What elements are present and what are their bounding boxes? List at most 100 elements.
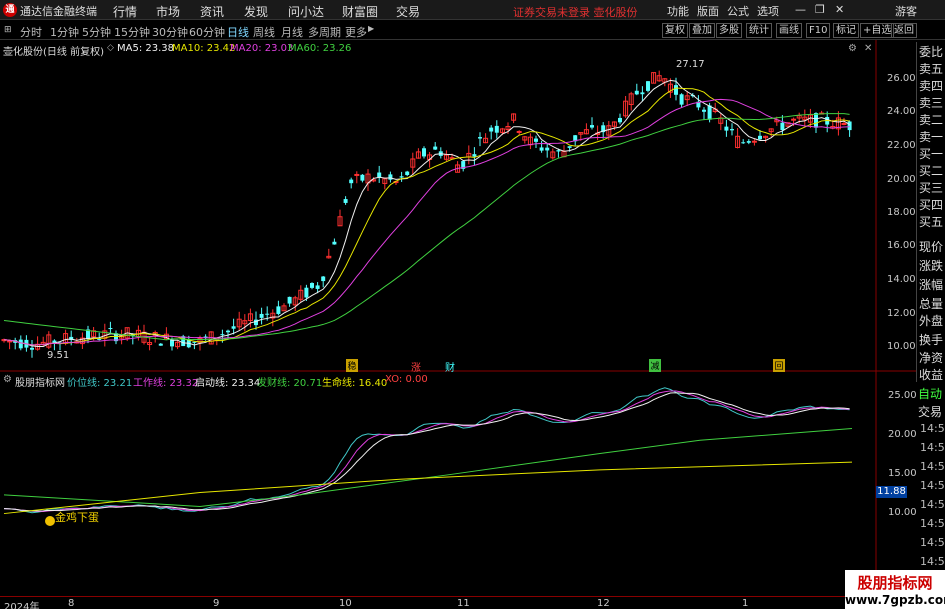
y-tick: 24.00	[887, 106, 916, 117]
period-day[interactable]: 日线	[227, 24, 249, 40]
quote-item[interactable]: 卖五	[919, 60, 943, 77]
quote-item[interactable]: 买一	[919, 145, 943, 162]
period-week[interactable]: 周线	[253, 24, 275, 40]
quote-item[interactable]: 现价	[919, 238, 943, 255]
back-button[interactable]: 返回	[891, 23, 917, 38]
candle-body	[618, 117, 622, 123]
candle-body	[276, 306, 281, 314]
f10-button[interactable]: F10	[806, 23, 831, 38]
high-label: 27.17	[676, 59, 705, 70]
candle-body	[741, 142, 746, 144]
menu-wenxiaoda[interactable]: 问小达	[288, 3, 324, 20]
watermark-url: www.7gpzb.com	[845, 593, 945, 607]
auto-label[interactable]: 自动	[918, 385, 942, 402]
candle-body	[545, 147, 550, 151]
candle-body	[847, 121, 852, 131]
candle-body	[399, 176, 404, 178]
quote-item[interactable]: 卖四	[919, 77, 943, 94]
chevron-right-icon[interactable]: ▶	[368, 24, 374, 33]
y-tick: 26.00	[887, 73, 916, 84]
candle-body	[746, 141, 751, 143]
candle-body	[751, 140, 757, 143]
quote-item[interactable]: 总量	[919, 295, 943, 312]
maximize-icon[interactable]: ❐	[815, 3, 825, 16]
time-item: 14:55	[920, 460, 945, 473]
quote-item[interactable]: 买四	[919, 196, 943, 213]
time-item: 14:56	[920, 555, 945, 568]
period-fenshi[interactable]: 分时	[20, 24, 42, 40]
menu-zixun[interactable]: 资讯	[200, 3, 224, 20]
diejia-button[interactable]: 叠加	[689, 23, 715, 38]
guest-label[interactable]: 游客	[895, 3, 917, 19]
quote-item[interactable]: 买五	[919, 213, 943, 230]
period-30min[interactable]: 30分钟	[152, 24, 188, 40]
menu-faxian[interactable]: 发现	[244, 3, 268, 20]
watermark-title: 股朋指标网	[857, 574, 933, 592]
menu-banmian[interactable]: 版面	[697, 3, 719, 19]
indicator-name[interactable]: 股朋指标网	[15, 374, 65, 389]
minimize-icon[interactable]: —	[795, 3, 806, 16]
add-favorite-button[interactable]: +自选	[860, 23, 895, 38]
time-item: 14:55	[920, 498, 945, 511]
login-status[interactable]: 证券交易未登录 壶化股份	[513, 4, 638, 20]
period-multi[interactable]: 多周期	[308, 24, 341, 40]
kline-chart[interactable]	[0, 40, 945, 596]
period-60min[interactable]: 60分钟	[189, 24, 225, 40]
candle-body	[640, 92, 645, 95]
menu-shichang[interactable]: 市场	[156, 3, 180, 20]
time-item: 14:56	[920, 517, 945, 530]
ind-y-tick: 25.00	[888, 390, 917, 401]
quote-item[interactable]: 卖三	[919, 94, 943, 111]
close-icon[interactable]: ✕	[835, 3, 844, 16]
duogu-button[interactable]: 多股	[716, 23, 742, 38]
time-item: 14:55	[920, 422, 945, 435]
period-15min[interactable]: 15分钟	[114, 24, 150, 40]
quote-item[interactable]: 买三	[919, 179, 943, 196]
huaxian-button[interactable]: 画线	[776, 23, 802, 38]
fuquan-button[interactable]: 复权	[662, 23, 688, 38]
time-item: 14:55	[920, 479, 945, 492]
candle-body	[758, 135, 762, 140]
mark-zhang: 涨	[411, 363, 421, 374]
candle-body	[707, 105, 712, 120]
candle-body	[674, 85, 678, 95]
quote-item[interactable]: 涨跌	[919, 257, 943, 274]
candle-body	[433, 146, 438, 150]
ind-y-tick: 20.00	[888, 429, 917, 440]
quote-item[interactable]: 买二	[919, 162, 943, 179]
quote-item[interactable]: 卖二	[919, 111, 943, 128]
pin-icon[interactable]: ⊞	[4, 25, 12, 35]
period-month[interactable]: 月线	[281, 24, 303, 40]
menu-jiaoyi[interactable]: 交易	[396, 3, 420, 20]
tongji-button[interactable]: 统计	[746, 23, 772, 38]
quote-item[interactable]: 外盘	[919, 312, 943, 329]
date-label: 12	[597, 598, 610, 609]
period-1min[interactable]: 1分钟	[50, 24, 79, 40]
quote-item[interactable]: 委比	[919, 43, 943, 60]
qidong-label: 启动线: 23.34	[195, 378, 261, 389]
date-label: 1	[742, 598, 749, 609]
ma60-line	[3, 113, 850, 341]
menu-caifuquan[interactable]: 财富圈	[342, 3, 378, 20]
candle-body	[556, 150, 561, 152]
menu-gongshi[interactable]: 公式	[727, 3, 749, 19]
period-5min[interactable]: 5分钟	[82, 24, 111, 40]
menu-xuanxiang[interactable]: 选项	[757, 3, 779, 19]
menu-gongneng[interactable]: 功能	[667, 3, 689, 19]
quote-item[interactable]: 卖一	[919, 128, 943, 145]
quote-item[interactable]: 涨幅	[919, 276, 943, 293]
candle-body	[349, 179, 354, 184]
quote-item[interactable]: 净资	[919, 349, 943, 366]
menu-hangqing[interactable]: 行情	[113, 3, 137, 20]
candle-body	[354, 173, 360, 176]
quote-item[interactable]: 收益	[919, 366, 943, 383]
settings-icon[interactable]: ⚙	[3, 374, 12, 385]
trade-label[interactable]: 交易	[918, 403, 942, 420]
biaoji-button[interactable]: 标记	[833, 23, 859, 38]
candle-body	[321, 276, 326, 282]
period-more[interactable]: 更多	[345, 24, 367, 40]
time-item: 14:55	[920, 441, 945, 454]
quote-item[interactable]: 换手	[919, 331, 943, 348]
date-label: 10	[339, 598, 352, 609]
candle-body	[539, 147, 544, 151]
